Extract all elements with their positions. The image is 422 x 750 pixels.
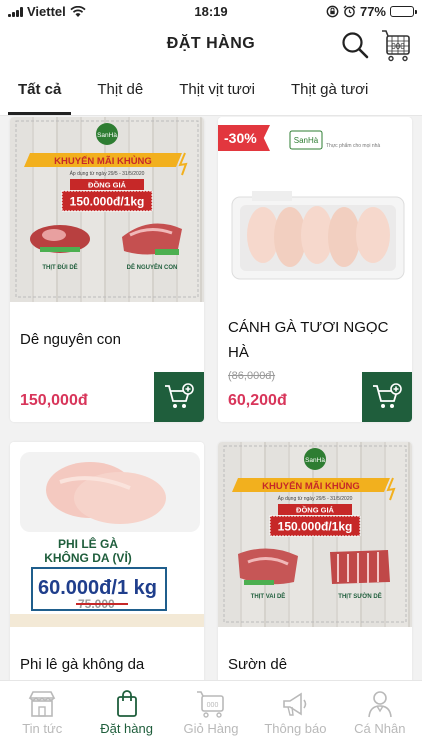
product-card[interactable]: PHI LÊ GÀ KHÔNG DA (VỈ) 60.000đ/1 kg 75.…: [10, 442, 204, 681]
search-icon[interactable]: [340, 30, 370, 60]
nav-notifications[interactable]: Thông báo: [253, 681, 337, 750]
original-price: (86,000đ): [228, 370, 276, 382]
banner-title-line2: KHÔNG DA (VỈ): [44, 550, 132, 565]
price-title: ĐỒNG GIÁ: [88, 180, 127, 190]
nav-label: Tin tức: [22, 721, 63, 736]
nav-label: Thông báo: [264, 721, 327, 736]
category-tabs: Tất cả Thịt dê Thịt vịt tươi Thịt gà tươ…: [0, 66, 422, 116]
cart-icon: 000: [197, 691, 224, 718]
product-name: Dê nguyên con: [20, 331, 121, 348]
svg-text:000: 000: [207, 702, 219, 709]
product-price: 60,200đ: [228, 392, 287, 409]
brand-logo-text: SanHà: [97, 132, 117, 139]
tab-chicken-meat[interactable]: Thịt gà tươi: [273, 66, 386, 115]
price-title: ĐỒNG GIÁ: [296, 505, 335, 515]
svg-text:000: 000: [391, 42, 405, 51]
battery-icon: [390, 6, 417, 17]
product-image: SanHà KHUYẾN MÃI KHỦNG Áp dụng từ ngày 2…: [218, 442, 412, 627]
promo-banner-image: SanHà KHUYẾN MÃI KHỦNG Áp dụng từ ngày 2…: [223, 445, 407, 623]
megaphone-icon: [283, 692, 307, 716]
chicken-fillet-image: PHI LÊ GÀ KHÔNG DA (VỈ) 60.000đ/1 kg 75.…: [10, 452, 204, 627]
nav-label: Giỏ Hàng: [183, 721, 239, 736]
lock-rotation-icon: [326, 5, 339, 18]
nav-news[interactable]: Tin tức: [0, 681, 84, 750]
shopping-bag-icon: [116, 690, 137, 717]
battery-percent: 77%: [359, 4, 386, 19]
product-name: Phi lê gà không da: [20, 656, 145, 673]
nav-label: Đặt hàng: [100, 721, 153, 736]
bottom-nav: Tin tức Đặt hàng 000 Giỏ Hàng Thông báo …: [0, 680, 422, 750]
add-cart-icon: [165, 383, 194, 408]
add-cart-icon: [373, 383, 402, 408]
cart-icon[interactable]: 000: [380, 28, 412, 62]
promo-banner-image: SanHà KHUYẾN MÃI KHỦNG Áp dụng từ ngày 2…: [15, 120, 199, 298]
status-bar: Viettel 18:19 77%: [0, 0, 422, 24]
product-image: SanHà Thực phẩm cho mọi nhà -30%: [218, 117, 412, 302]
right-product-label: THỊT SƯỜN DÊ: [338, 592, 381, 600]
product-grid: SanHà KHUYẾN MÃI KHỦNG Áp dụng từ ngày 2…: [0, 117, 422, 681]
product-image: SanHà KHUYẾN MÃI KHỦNG Áp dụng từ ngày 2…: [10, 117, 204, 302]
discount-badge: -30%: [218, 125, 270, 151]
nav-cart[interactable]: 000 Giỏ Hàng: [169, 681, 253, 750]
person-icon: [368, 691, 392, 718]
tab-goat-meat[interactable]: Thịt dê: [79, 66, 161, 115]
product-price: 150,000đ: [20, 392, 88, 409]
app-header: ĐẶT HÀNG 000: [0, 24, 422, 66]
promo-headline: KHUYẾN MÃI KHỦNG: [262, 480, 360, 492]
nav-order[interactable]: Đặt hàng: [84, 681, 168, 750]
product-name: Sườn dê: [228, 656, 288, 673]
nav-label: Cá Nhân: [354, 721, 406, 736]
product-image: PHI LÊ GÀ KHÔNG DA (VỈ) 60.000đ/1 kg 75.…: [10, 442, 204, 627]
promo-price: 150.000đ/1kg: [70, 195, 145, 209]
alarm-icon: [343, 5, 356, 18]
status-right: 77%: [326, 4, 417, 19]
brand-tagline: Thực phẩm cho mọi nhà: [326, 142, 380, 149]
tab-all[interactable]: Tất cả: [0, 66, 79, 115]
product-card[interactable]: SanHà KHUYẾN MÃI KHỦNG Áp dụng từ ngày 2…: [10, 117, 204, 422]
promo-headline: KHUYẾN MÃI KHỦNG: [54, 155, 152, 167]
promo-period: Áp dụng từ ngày 29/5 - 31/5/2020: [70, 170, 145, 177]
add-to-cart-button[interactable]: [154, 372, 204, 422]
left-product-label: THỊT ĐÙI DÊ: [42, 263, 77, 271]
product-card[interactable]: SanHà Thực phẩm cho mọi nhà -30% CÁNH GÀ…: [218, 117, 412, 422]
nav-profile[interactable]: Cá Nhân: [338, 681, 422, 750]
brand-logo-text: SanHà: [294, 136, 319, 145]
add-to-cart-button[interactable]: [362, 372, 412, 422]
tab-duck-meat[interactable]: Thịt vịt tươi: [161, 66, 273, 115]
left-product-label: THỊT VAI DÊ: [251, 592, 286, 600]
store-icon: [28, 691, 56, 717]
banner-price: 60.000đ/1 kg: [38, 577, 157, 599]
product-name: CÁNH GÀ TƯƠI NGỌC HÀ: [228, 319, 389, 361]
product-card[interactable]: SanHà KHUYẾN MÃI KHỦNG Áp dụng từ ngày 2…: [218, 442, 412, 681]
brand-logo-text: SanHà: [305, 457, 325, 464]
promo-period: Áp dụng từ ngày 29/5 - 31/5/2020: [278, 495, 353, 502]
banner-title-line1: PHI LÊ GÀ: [58, 536, 118, 551]
promo-price: 150.000đ/1kg: [278, 520, 353, 534]
right-product-label: DÊ NGUYÊN CON: [127, 263, 178, 271]
